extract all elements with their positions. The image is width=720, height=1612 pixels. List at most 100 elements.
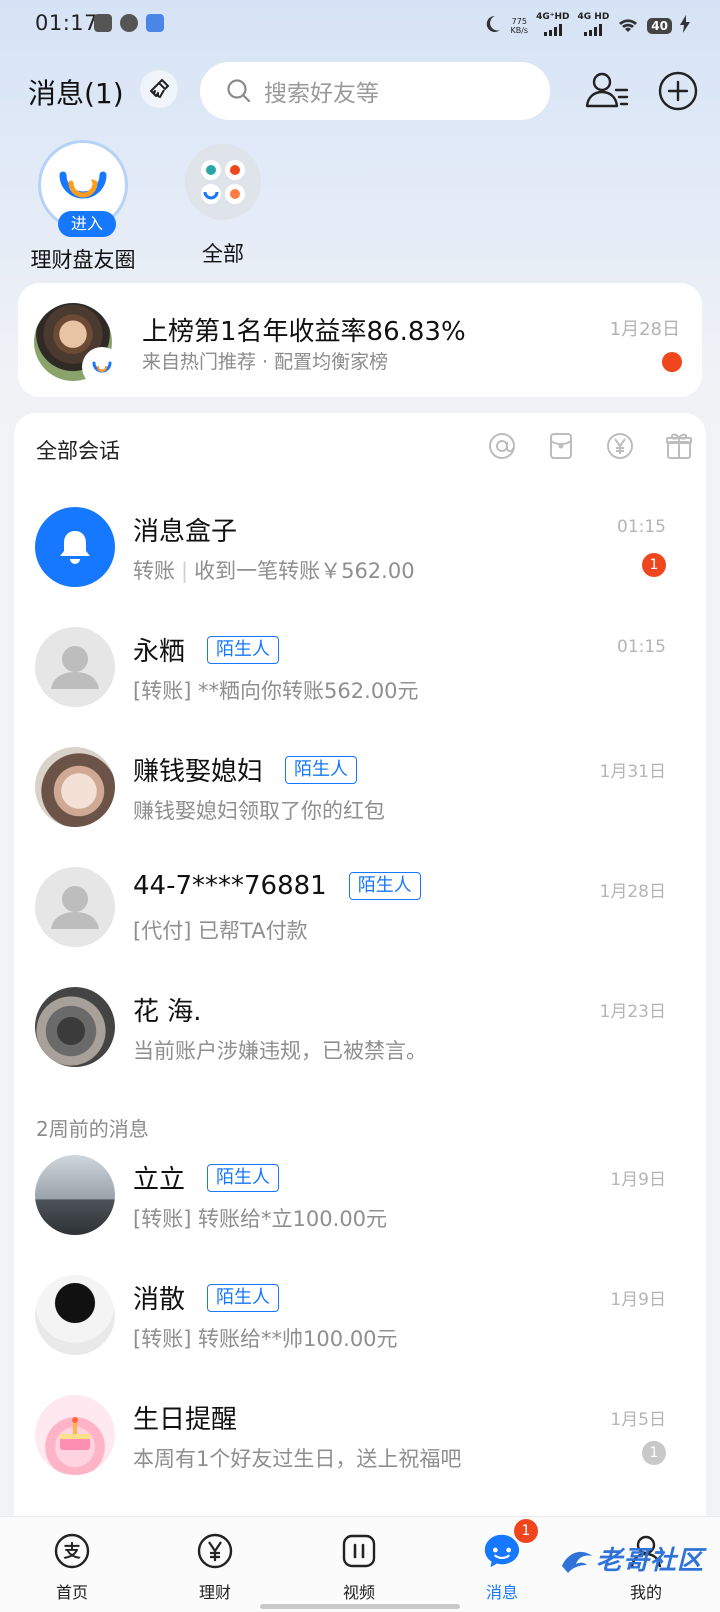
cake-icon <box>60 1417 90 1450</box>
promo-date: 1月28日 <box>609 319 680 340</box>
contacts-button[interactable] <box>584 68 630 114</box>
conversation-time: 1月28日 <box>599 882 666 902</box>
app-grid-icon <box>201 160 245 204</box>
red-packet-filter-button[interactable] <box>546 431 576 461</box>
default-avatar <box>35 867 115 947</box>
user-avatar <box>35 987 115 1067</box>
conversation-row[interactable]: 44-7****76881 陌生人 [代付] 已帮TA付款 1月28日 <box>14 867 706 987</box>
user-avatar <box>35 1275 115 1355</box>
status-time: 01:17 <box>35 11 99 35</box>
conversation-name: 44-7****76881 陌生人 <box>133 871 421 901</box>
conversation-row[interactable]: 生日提醒 本周有1个好友过生日，送上祝福吧 1月5日 1 <box>14 1395 706 1515</box>
stranger-tag: 陌生人 <box>207 635 280 664</box>
transfer-filter-button[interactable] <box>605 431 635 461</box>
default-avatar <box>35 627 115 707</box>
circle-all[interactable]: 全部 <box>158 140 288 268</box>
search-bar[interactable]: 搜索好友等 <box>200 62 550 120</box>
page-header: 消息(1) 搜索好友等 <box>0 58 720 124</box>
wifi-icon <box>617 15 639 36</box>
licai-circle-avatar: 进入 <box>38 140 128 237</box>
circle-label-all: 全部 <box>202 242 244 266</box>
notification-icons <box>94 14 164 32</box>
status-right: 775 KB/s 4G⁺HD 4G HD 40 <box>482 12 690 39</box>
messages-unread-badge: 1 <box>514 1519 538 1543</box>
conversation-time: 01:15 <box>617 517 666 537</box>
signal-1: 4G⁺HD <box>536 12 570 39</box>
conversation-time: 1月9日 <box>610 1170 666 1190</box>
licai-small-icon <box>84 349 120 385</box>
conversation-row[interactable]: 立立 陌生人 [转账] 转账给*立100.00元 1月9日 <box>14 1155 706 1275</box>
user-avatar <box>35 747 115 827</box>
conversation-name: 永粞 陌生人 <box>133 631 280 668</box>
at-icon <box>489 433 515 459</box>
older-messages-label: 2周前的消息 <box>36 1117 149 1141</box>
promo-subtitle: 来自热门推荐 · 配置均衡家榜 <box>142 351 389 373</box>
yen-circle-icon <box>195 1531 235 1571</box>
conversation-name: 消息盒子 <box>133 517 238 547</box>
signal-bars-icon <box>543 24 562 36</box>
conversation-preview: [转账] 转账给*立100.00元 <box>133 1207 388 1231</box>
conversations-header: 全部会话 <box>36 439 120 463</box>
mention-filter-button[interactable] <box>487 431 517 461</box>
battery-indicator: 40 <box>647 17 672 34</box>
conversation-preview: 赚钱娶媳妇领取了你的红包 <box>133 799 385 823</box>
moon-icon <box>482 14 502 37</box>
conversation-row[interactable]: 消散 陌生人 [转账] 转账给**帅100.00元 1月9日 <box>14 1275 706 1395</box>
add-button[interactable] <box>657 70 699 112</box>
promo-title: 上榜第1名年收益率86.83% <box>142 317 466 347</box>
signal-bars-icon <box>584 24 603 36</box>
video-icon <box>339 1531 379 1571</box>
contacts-icon <box>585 72 629 108</box>
conversation-time: 01:15 <box>617 637 666 657</box>
red-packet-icon <box>550 433 572 459</box>
plus-circle-icon <box>658 71 698 111</box>
signal-2: 4G HD <box>578 12 609 39</box>
gift-icon <box>666 433 692 459</box>
conversation-time: 1月31日 <box>599 762 666 782</box>
conversation-name: 立立 陌生人 <box>133 1159 280 1196</box>
gift-filter-button[interactable] <box>664 431 694 461</box>
promo-card[interactable]: 上榜第1名年收益率86.83% 来自热门推荐 · 配置均衡家榜 1月28日 <box>18 283 702 397</box>
filter-icons <box>487 431 694 461</box>
app-notification-icon <box>146 14 164 32</box>
conversation-preview: 本周有1个好友过生日，送上祝福吧 <box>133 1447 462 1471</box>
tab-messages[interactable]: 1 消息 <box>452 1519 552 1603</box>
stranger-tag: 陌生人 <box>348 872 421 900</box>
status-bar: 01:17 775 KB/s 4G⁺HD 4G HD 40 <box>0 0 720 48</box>
conversation-preview: [转账] 转账给**帅100.00元 <box>133 1327 398 1351</box>
message-box-avatar <box>35 507 115 587</box>
stranger-tag: 陌生人 <box>207 1163 280 1192</box>
conversation-name: 花 海. <box>133 997 202 1027</box>
dragon-logo-icon <box>562 1551 592 1573</box>
clear-unread-button[interactable] <box>140 70 178 108</box>
birthday-avatar <box>35 1395 115 1475</box>
gallery-notification-icon <box>94 14 112 32</box>
conversation-row[interactable]: 永粞 陌生人 [转账] **粞向你转账562.00元 01:15 <box>14 627 706 747</box>
unread-count-badge: 1 <box>642 553 666 577</box>
home-indicator[interactable] <box>260 1604 460 1609</box>
person-placeholder-icon <box>51 886 99 929</box>
conversation-row[interactable]: 花 海. 当前账户涉嫌违规，已被禁言。 1月23日 <box>14 987 706 1107</box>
conversation-preview: [代付] 已帮TA付款 <box>133 919 308 943</box>
tab-home[interactable]: 支 首页 <box>22 1531 122 1603</box>
tab-finance[interactable]: 理财 <box>165 1531 265 1603</box>
conversation-time: 1月9日 <box>610 1290 666 1310</box>
conversation-row[interactable]: 赚钱娶媳妇 陌生人 赚钱娶媳妇领取了你的红包 1月31日 <box>14 747 706 867</box>
conversation-name: 消散 陌生人 <box>133 1279 280 1316</box>
search-placeholder: 搜索好友等 <box>264 81 379 107</box>
broom-icon <box>150 78 170 98</box>
search-icon <box>227 79 251 103</box>
conversation-row[interactable]: 消息盒子 转账 | 收到一笔转账￥562.00 01:15 1 <box>14 507 706 627</box>
conversation-time: 1月5日 <box>610 1410 666 1430</box>
page-title: 消息(1) <box>28 77 124 110</box>
stranger-tag: 陌生人 <box>207 1283 280 1312</box>
tab-video[interactable]: 视频 <box>309 1531 409 1603</box>
conversation-preview: 当前账户涉嫌违规，已被禁言。 <box>133 1039 427 1063</box>
check-notification-icon <box>120 14 138 32</box>
network-speed: 775 KB/s <box>510 16 529 35</box>
all-circle-avatar <box>185 144 261 220</box>
conversation-panel: 全部会话 消息盒子 转账 | 收到一笔转账￥562.00 01:15 1 永粞 陌生人… <box>14 413 706 1612</box>
circle-licai[interactable]: 进入 理财盘友圈 <box>18 140 148 274</box>
circle-label-licai: 理财盘友圈 <box>30 248 136 272</box>
person-placeholder-icon <box>51 646 99 689</box>
